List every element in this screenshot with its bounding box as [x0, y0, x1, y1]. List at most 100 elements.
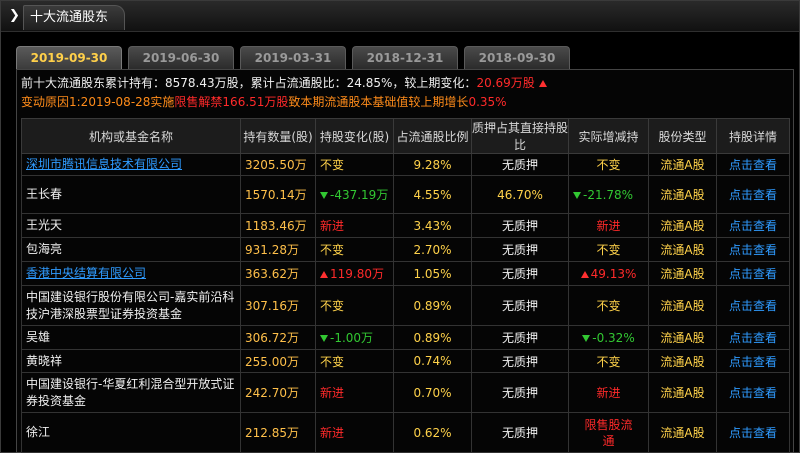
detail-link[interactable]: 点击查看 [716, 285, 790, 326]
hold-cell: 306.72万 [240, 325, 316, 350]
detail-link[interactable]: 点击查看 [716, 412, 790, 453]
change-cell: -1.00万 [315, 325, 394, 350]
shareholder-name: 吴雄 [21, 325, 241, 350]
summary-label-ratio: ，累计占流通股比： [238, 76, 347, 90]
hold-cell: 255.00万 [240, 349, 316, 373]
pledge-cell: 无质押 [471, 213, 569, 238]
shareholder-name-link[interactable]: 香港中央结算有限公司 [26, 266, 146, 280]
actual-cell: 不变 [568, 153, 649, 176]
hold-cell: 1183.46万 [240, 213, 316, 238]
hold-cell: 242.70万 [240, 372, 316, 413]
table-row: 深圳市腾讯信息技术有限公司 3205.50万 不变 9.28% 无质押 不变 流… [21, 153, 790, 176]
detail-link[interactable]: 点击查看 [716, 261, 790, 286]
tab-2018-12-31[interactable]: 2018-12-31 [352, 46, 458, 70]
shareholder-table: 机构或基金名称 持有数量(股) 持股变化(股) 占流通股比例 质押占其直接持股比… [21, 118, 790, 453]
change-value: -1.00万 [330, 331, 374, 345]
ratio-cell: 1.05% [393, 261, 472, 286]
col-header-actual: 实际增减持 [568, 118, 649, 154]
summary-label-change: ，较上期变化： [392, 76, 477, 90]
change-cell: 新进 [315, 372, 394, 413]
change-cell: 新进 [315, 213, 394, 238]
hold-cell: 931.28万 [240, 237, 316, 262]
hold-cell: 1570.14万 [240, 175, 316, 214]
detail-link[interactable]: 点击查看 [716, 325, 790, 350]
col-header-name: 机构或基金名称 [21, 118, 241, 154]
col-header-detail: 持股详情 [716, 118, 790, 154]
arrow-down-icon [320, 335, 328, 342]
type-cell: 流通A股 [648, 325, 717, 350]
type-cell: 流通A股 [648, 237, 717, 262]
actual-value: -0.32% [592, 330, 635, 345]
tab-2019-09-30[interactable]: 2019-09-30 [16, 46, 122, 70]
ratio-cell: 0.89% [393, 325, 472, 350]
table-row: 香港中央结算有限公司 363.62万 119.80万 1.05% 无质押 49.… [21, 261, 790, 286]
pledge-cell: 无质押 [471, 412, 569, 453]
type-cell: 流通A股 [648, 153, 717, 176]
col-header-change: 持股变化(股) [315, 118, 394, 154]
table-header-row: 机构或基金名称 持有数量(股) 持股变化(股) 占流通股比例 质押占其直接持股比… [21, 118, 790, 154]
table-row: 中国建设银行-华夏红利混合型开放式证券投资基金 242.70万 新进 0.70%… [21, 372, 790, 413]
hold-cell: 307.16万 [240, 285, 316, 326]
pledge-cell: 无质押 [471, 261, 569, 286]
change-reason-text: 致本期流通股本基础值较上期增长 [288, 95, 469, 109]
actual-cell: 不变 [568, 285, 649, 326]
actual-cell: 新进 [568, 372, 649, 413]
tab-2018-09-30[interactable]: 2018-09-30 [464, 46, 570, 70]
title-bar: ❯ 十大流通股东 [1, 1, 799, 32]
change-cell: 不变 [315, 285, 394, 326]
col-header-pledge: 质押占其直接持股比 [471, 118, 569, 154]
pledge-cell: 无质押 [471, 372, 569, 413]
arrow-up-icon [320, 271, 328, 278]
ratio-cell: 0.62% [393, 412, 472, 453]
shareholder-name: 徐江 [21, 412, 241, 453]
arrow-down-icon [582, 334, 591, 342]
ratio-cell: 0.89% [393, 285, 472, 326]
detail-link[interactable]: 点击查看 [716, 213, 790, 238]
summary-line-2: 变动原因1:2019-08-28实施限售解禁166.51万股致本期流通股本基础值… [21, 93, 789, 112]
actual-cell: 49.13% [568, 261, 649, 286]
ratio-cell: 0.74% [393, 349, 472, 373]
actual-cell: 新进 [568, 213, 649, 238]
actual-cell: -0.32% [568, 325, 649, 350]
window-tab-title[interactable]: 十大流通股东 [23, 5, 126, 30]
actual-cell: 不变 [568, 237, 649, 262]
table-row: 中国建设银行股份有限公司-嘉实前沿科技沪港深股票型证券投资基金 307.16万 … [21, 285, 790, 326]
shareholder-name: 黄晓祥 [21, 349, 241, 373]
table-row: 徐江 212.85万 新进 0.62% 无质押 限售股流通 流通A股 点击查看 [21, 412, 790, 453]
type-cell: 流通A股 [648, 372, 717, 413]
pledge-cell: 无质押 [471, 349, 569, 373]
change-reason-pct: 0.35% [468, 95, 507, 109]
type-cell: 流通A股 [648, 285, 717, 326]
hold-cell: 212.85万 [240, 412, 316, 453]
tab-2019-03-31[interactable]: 2019-03-31 [240, 46, 346, 70]
ratio-cell: 9.28% [393, 153, 472, 176]
summary-change-value: 20.69万股 [476, 76, 535, 90]
ratio-cell: 0.70% [393, 372, 472, 413]
col-header-type: 股份类型 [648, 118, 717, 154]
pledge-cell: 46.70% [471, 175, 569, 214]
shareholder-name: 包海亮 [21, 237, 241, 262]
type-cell: 流通A股 [648, 261, 717, 286]
ratio-cell: 4.55% [393, 175, 472, 214]
hold-cell: 363.62万 [240, 261, 316, 286]
hold-cell: 3205.50万 [240, 153, 316, 176]
actual-cell: 限售股流通 [568, 412, 649, 453]
table-row: 王光天 1183.46万 新进 3.43% 无质押 新进 流通A股 点击查看 [21, 213, 790, 238]
shareholder-name-link[interactable]: 深圳市腾讯信息技术有限公司 [26, 157, 182, 171]
type-cell: 流通A股 [648, 412, 717, 453]
shareholder-name: 王长春 [21, 175, 241, 214]
detail-link[interactable]: 点击查看 [716, 237, 790, 262]
col-header-hold: 持有数量(股) [240, 118, 316, 154]
arrow-up-icon [580, 270, 589, 278]
arrow-down-icon [573, 191, 581, 199]
detail-link[interactable]: 点击查看 [716, 175, 790, 214]
chevron-right-icon: ❯ [9, 8, 20, 23]
change-cell: -437.19万 [315, 175, 394, 214]
detail-link[interactable]: 点击查看 [716, 349, 790, 373]
tab-2019-06-30[interactable]: 2019-06-30 [128, 46, 234, 70]
detail-link[interactable]: 点击查看 [716, 153, 790, 176]
detail-link[interactable]: 点击查看 [716, 372, 790, 413]
pledge-cell: 无质押 [471, 285, 569, 326]
actual-cell: 不变 [568, 349, 649, 373]
summary-total-value: 8578.43万股 [165, 76, 239, 90]
